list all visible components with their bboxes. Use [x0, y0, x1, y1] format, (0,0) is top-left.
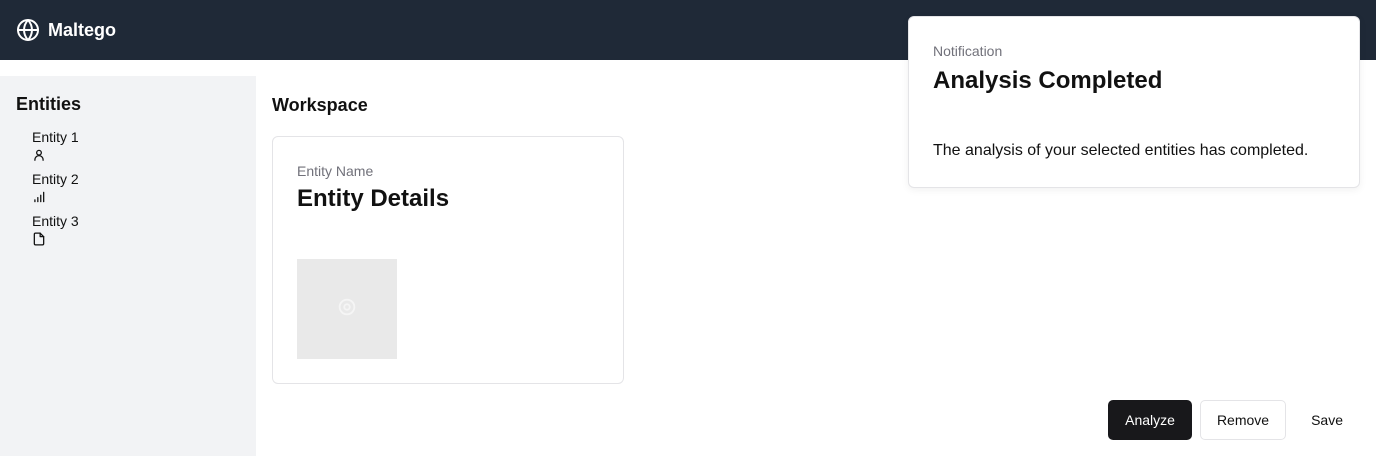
- sidebar-item-entity-3[interactable]: Entity 3: [16, 213, 240, 246]
- user-icon: [32, 148, 46, 162]
- workspace-title: Workspace: [272, 95, 368, 115]
- entity-label: Entity 2: [32, 171, 79, 187]
- entity-image-placeholder: [297, 259, 397, 359]
- save-button[interactable]: Save: [1294, 400, 1360, 440]
- notification-title: Analysis Completed: [933, 67, 1163, 94]
- brand-name: Maltego: [48, 19, 117, 40]
- notification-toast: Notification Analysis Completed The anal…: [908, 16, 1360, 188]
- entity-label: Entity 1: [32, 129, 79, 145]
- sidebar-item-entity-2[interactable]: Entity 2: [16, 171, 240, 204]
- workspace: Workspace: [272, 76, 368, 116]
- entity-card: Entity Name Entity Details: [272, 136, 624, 384]
- globe-icon: [16, 18, 40, 42]
- sidebar-item-entity-1[interactable]: Entity 1: [16, 129, 240, 162]
- entity-label: Entity 3: [32, 213, 79, 229]
- remove-button[interactable]: Remove: [1199, 400, 1287, 440]
- analyze-button[interactable]: Analyze: [1108, 400, 1192, 440]
- sidebar: Entities Entity 1 Entity 2 Entity 3: [0, 76, 256, 456]
- action-bar: Analyze Remove Save: [1108, 400, 1360, 440]
- image-loading-icon: [336, 296, 358, 323]
- notification-body: The analysis of your selected entities h…: [933, 142, 1309, 159]
- signal-bars-icon: [32, 190, 46, 204]
- sidebar-title: Entities: [16, 94, 82, 114]
- card-subtitle: Entity Name: [297, 163, 374, 179]
- card-title: Entity Details: [297, 185, 450, 212]
- file-icon: [32, 232, 46, 246]
- notification-label: Notification: [933, 43, 1003, 59]
